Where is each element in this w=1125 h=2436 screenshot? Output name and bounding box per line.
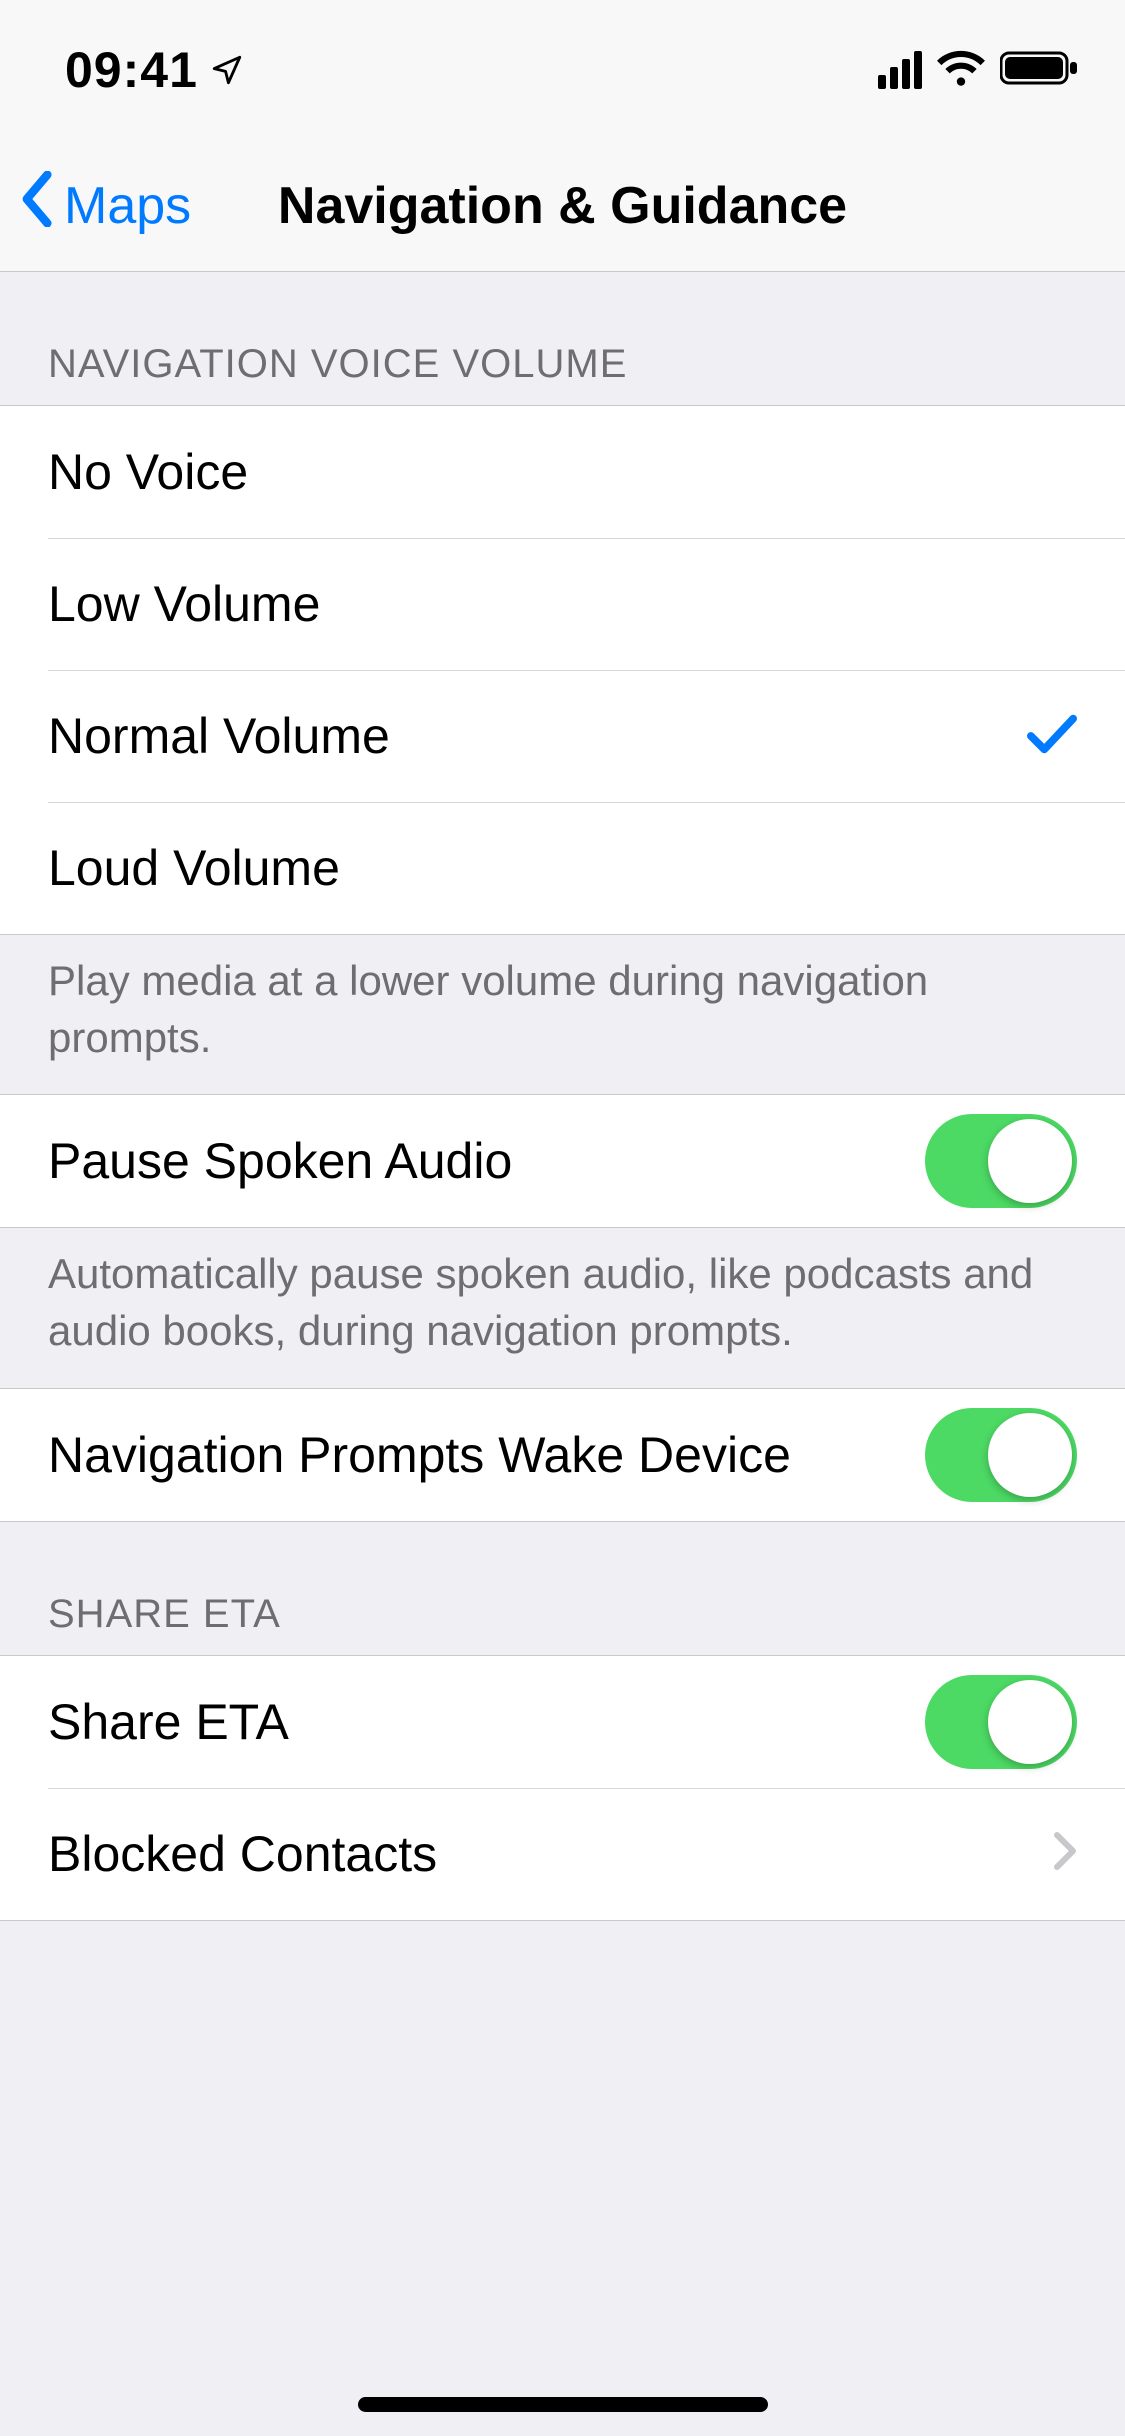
- wake-device-toggle[interactable]: [925, 1408, 1077, 1502]
- cell-label: Share ETA: [48, 1693, 289, 1751]
- volume-option-no-voice[interactable]: No Voice: [0, 406, 1125, 538]
- status-time-area: 09:41: [65, 41, 244, 99]
- blocked-contacts-cell[interactable]: Blocked Contacts: [0, 1788, 1125, 1920]
- cell-label: Low Volume: [48, 575, 320, 633]
- location-icon: [210, 41, 244, 99]
- navigation-bar: Maps Navigation & Guidance: [0, 140, 1125, 272]
- volume-section-footer: Play media at a lower volume during navi…: [0, 935, 1125, 1094]
- pause-audio-footer: Automatically pause spoken audio, like p…: [0, 1228, 1125, 1387]
- share-eta-cell: Share ETA: [0, 1656, 1125, 1788]
- cell-label: Pause Spoken Audio: [48, 1132, 512, 1190]
- cell-label: No Voice: [48, 443, 248, 501]
- pause-spoken-audio-toggle[interactable]: [925, 1114, 1077, 1208]
- toggle-knob: [988, 1413, 1072, 1497]
- status-time: 09:41: [65, 41, 198, 99]
- checkmark-icon: [1027, 712, 1077, 761]
- cell-signal-icon: [878, 51, 922, 89]
- toggle-knob: [988, 1119, 1072, 1203]
- wake-device-group: Navigation Prompts Wake Device: [0, 1388, 1125, 1522]
- chevron-right-icon: [1053, 1831, 1077, 1876]
- share-eta-toggle[interactable]: [925, 1675, 1077, 1769]
- share-eta-group: Share ETA Blocked Contacts: [0, 1655, 1125, 1921]
- wake-device-cell: Navigation Prompts Wake Device: [0, 1389, 1125, 1521]
- pause-audio-group: Pause Spoken Audio: [0, 1094, 1125, 1228]
- volume-option-loud[interactable]: Loud Volume: [0, 802, 1125, 934]
- cell-label: Normal Volume: [48, 707, 390, 765]
- wifi-icon: [936, 49, 986, 92]
- pause-spoken-audio-cell: Pause Spoken Audio: [0, 1095, 1125, 1227]
- volume-option-normal[interactable]: Normal Volume: [0, 670, 1125, 802]
- cell-label: Navigation Prompts Wake Device: [48, 1426, 791, 1484]
- volume-option-low[interactable]: Low Volume: [0, 538, 1125, 670]
- volume-options-group: No Voice Low Volume Normal Volume Loud V…: [0, 405, 1125, 935]
- chevron-left-icon: [20, 171, 56, 240]
- status-icons: [878, 49, 1080, 92]
- battery-icon: [1000, 49, 1080, 92]
- toggle-knob: [988, 1680, 1072, 1764]
- volume-section-header: Navigation Voice Volume: [0, 272, 1125, 405]
- cell-label: Loud Volume: [48, 839, 340, 897]
- back-button-label: Maps: [64, 176, 191, 236]
- share-eta-section-header: Share ETA: [0, 1522, 1125, 1655]
- status-bar: 09:41: [0, 0, 1125, 140]
- back-button[interactable]: Maps: [20, 171, 191, 240]
- home-indicator[interactable]: [358, 2397, 768, 2412]
- cell-label: Blocked Contacts: [48, 1825, 437, 1883]
